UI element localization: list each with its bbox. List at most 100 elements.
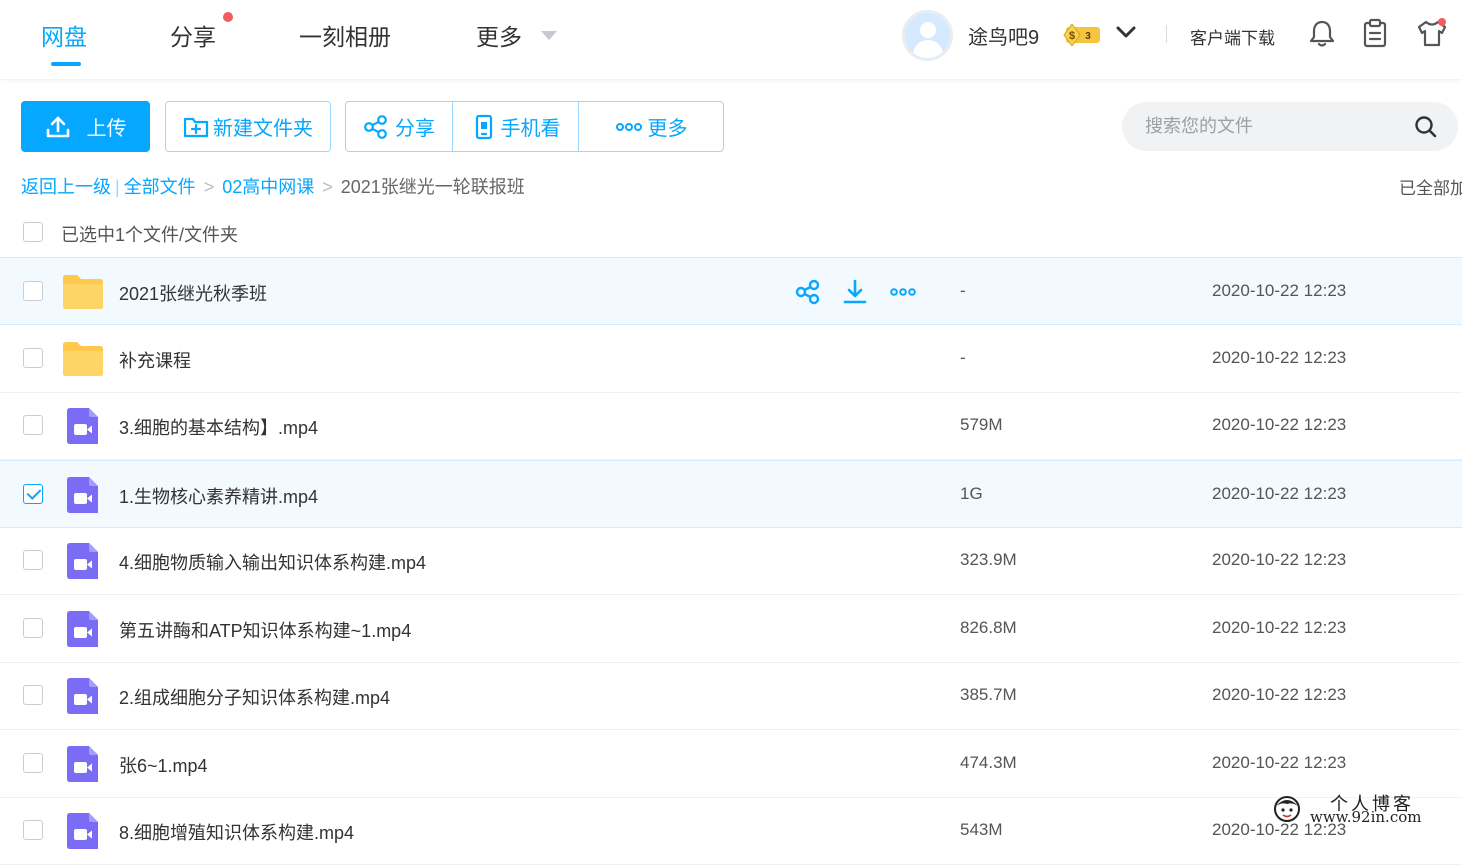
file-size: 474.3M [960,753,1017,772]
vip-level: 3 [1085,31,1091,42]
phone-view-button[interactable]: 手机看 [453,102,578,151]
selection-info: 已选中1个文件/文件夹 [61,225,239,245]
watermark-url: www.92in.com [1310,808,1422,826]
file-row[interactable]: 2.组成细胞分子知识体系构建.mp4 385.7M 2020-10-22 12:23 [0,662,1462,730]
file-name[interactable]: 第五讲酶和ATP知识体系构建~1.mp4 [119,617,411,643]
upload-button[interactable]: 上传 [21,101,150,152]
video-file-icon [67,611,98,647]
file-size: - [960,281,966,300]
file-date: 2020-10-22 12:23 [1212,618,1347,637]
nav-tab-album[interactable]: 一刻相册 [299,18,391,52]
video-file-icon [67,678,98,714]
folder-plus-icon [183,117,209,137]
share-button[interactable]: 分享 [346,102,452,151]
file-date: 2020-10-22 12:23 [1212,281,1347,300]
new-folder-button[interactable]: 新建文件夹 [165,101,331,152]
avatar[interactable] [902,10,953,61]
vip-badge-icon[interactable]: $ 3 [1052,24,1102,46]
file-name[interactable]: 4.细胞物质输入输出知识体系构建.mp4 [119,549,426,575]
file-row[interactable]: 2021张继光秋季班 - 2020-10-22 12:23 [0,257,1462,325]
file-checkbox[interactable] [23,685,43,705]
video-file-icon [67,813,98,849]
new-folder-label: 新建文件夹 [213,118,313,140]
phone-icon [475,114,492,139]
blog-watermark: 个人博客 www.92in.com [1266,790,1462,831]
file-row[interactable]: 补充课程 - 2020-10-22 12:23 [0,325,1462,393]
video-file-icon [67,543,98,579]
nav-tab-netdisk[interactable]: 网盘 [41,18,87,52]
file-name[interactable]: 2.组成细胞分子知识体系构建.mp4 [119,684,390,710]
breadcrumb-level1-link[interactable]: 02高中网课 [222,177,314,197]
file-size: 1G [960,484,983,503]
share-icon[interactable] [794,278,822,306]
more-button[interactable]: 更多 [579,102,724,151]
file-date: 2020-10-22 12:23 [1212,550,1347,569]
file-checkbox[interactable] [23,415,43,435]
file-checkbox[interactable] [23,820,43,840]
file-size: 579M [960,415,1003,434]
file-size: - [960,348,966,367]
clipboard-icon[interactable] [1361,18,1389,48]
file-row[interactable]: 第五讲酶和ATP知识体系构建~1.mp4 826.8M 2020-10-22 12:… [0,595,1462,663]
file-name[interactable]: 3.细胞的基本结构】.mp4 [119,414,318,440]
file-date: 2020-10-22 12:23 [1212,685,1347,704]
video-file-icon [67,746,98,782]
share-icon [364,114,387,139]
share-label: 分享 [395,118,435,140]
file-date: 2020-10-22 12:23 [1212,415,1347,434]
file-size: 543M [960,820,1003,839]
file-size: 385.7M [960,685,1017,704]
caret-down-icon[interactable] [541,31,557,40]
upload-icon [46,116,69,137]
top-navigation-bar: 网盘 分享 一刻相册 更多 途鸟吧9 $ 3 客户端下载 [0,0,1462,80]
share-notification-dot [223,12,233,22]
shirt-icon[interactable] [1416,18,1448,48]
file-date: 2020-10-22 12:23 [1212,484,1347,503]
load-status: 已全部加载 [1399,179,1462,198]
file-row[interactable]: 1.生物核心素养精讲.mp4 1G 2020-10-22 12:23 [0,460,1462,528]
ellipsis-icon [615,122,642,131]
ellipsis-icon[interactable] [889,278,917,306]
folder-icon [63,275,103,309]
file-date: 2020-10-22 12:23 [1212,348,1347,367]
breadcrumb: 返回上一级 | 全部文件 >02高中网课 >2021张继光一轮联报班 [21,173,525,199]
header-divider [1166,25,1167,43]
file-checkbox[interactable] [23,484,43,504]
search-input[interactable] [1122,102,1458,151]
breadcrumb-separator: | [115,177,120,197]
file-checkbox[interactable] [23,618,43,638]
file-date: 2020-10-22 12:23 [1212,753,1347,772]
client-download-link[interactable]: 客户端下载 [1190,24,1275,49]
file-size: 826.8M [960,618,1017,637]
breadcrumb-arrow: > [203,177,215,197]
chevron-down-icon[interactable] [1115,24,1137,40]
file-name[interactable]: 2021张继光秋季班 [119,280,267,306]
file-checkbox[interactable] [23,550,43,570]
file-row[interactable]: 8.细胞增殖知识体系构建.mp4 543M 2020-10-22 12:23 [0,797,1462,865]
file-name[interactable]: 8.细胞增殖知识体系构建.mp4 [119,819,354,845]
nav-tab-more[interactable]: 更多 [476,18,522,52]
username[interactable]: 途鸟吧9 [968,21,1039,50]
breadcrumb-all-files-link[interactable]: 全部文件 [124,177,196,197]
download-icon[interactable] [841,278,869,306]
file-name[interactable]: 张6~1.mp4 [119,752,208,778]
upload-label: 上传 [86,118,127,140]
file-checkbox[interactable] [23,753,43,773]
file-size: 323.9M [960,550,1017,569]
file-row[interactable]: 4.细胞物质输入输出知识体系构建.mp4 323.9M 2020-10-22 12:… [0,527,1462,595]
file-row[interactable]: 张6~1.mp4 474.3M 2020-10-22 12:23 [0,730,1462,798]
file-row[interactable]: 3.细胞的基本结构】.mp4 579M 2020-10-22 12:23 [0,392,1462,460]
breadcrumb-current: 2021张继光一轮联报班 [340,177,525,197]
search-icon[interactable] [1414,115,1438,139]
file-checkbox[interactable] [23,281,43,301]
file-checkbox[interactable] [23,348,43,368]
select-all-checkbox[interactable] [23,222,43,242]
breadcrumb-back-link[interactable]: 返回上一级 [21,177,111,197]
phone-view-label: 手机看 [500,118,561,140]
file-name[interactable]: 1.生物核心素养精讲.mp4 [119,483,318,509]
nav-tab-share[interactable]: 分享 [170,18,216,52]
breadcrumb-arrow: > [322,177,333,197]
active-tab-indicator [51,62,81,66]
bell-icon[interactable] [1308,18,1336,48]
file-name[interactable]: 补充课程 [119,347,191,373]
